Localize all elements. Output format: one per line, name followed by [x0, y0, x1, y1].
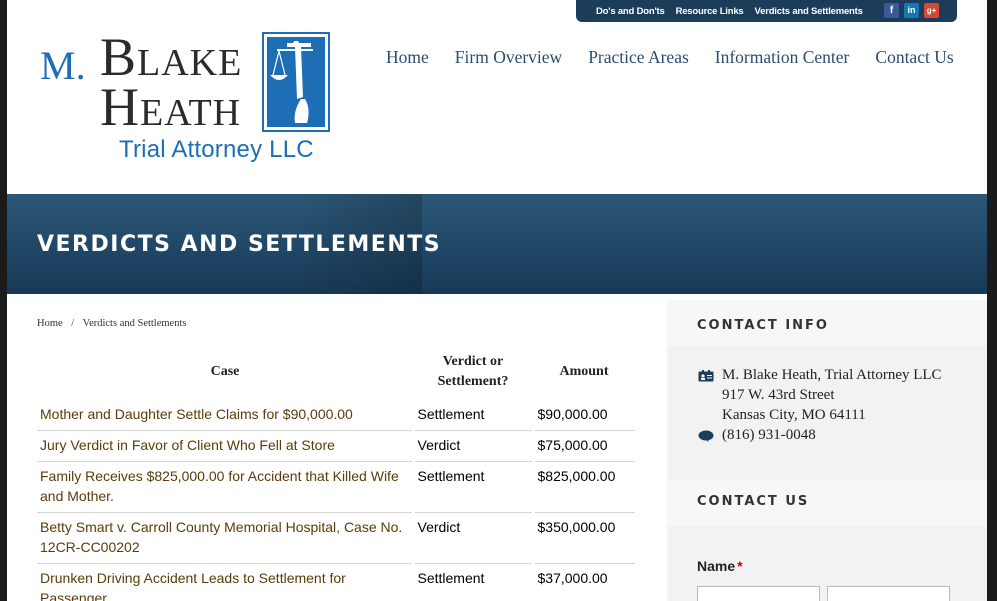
- name-label-text: Name: [697, 558, 736, 574]
- firm-name: M. Blake Heath, Trial Attorney LLC: [722, 367, 942, 383]
- table-row: Family Receives $825,000.00 for Accident…: [37, 461, 635, 513]
- nav-practice-areas[interactable]: Practice Areas: [588, 47, 689, 68]
- table-row: Jury Verdict in Favor of Client Who Fell…: [37, 430, 635, 462]
- phone-number[interactable]: (816) 931-0048: [722, 427, 816, 444]
- case-link[interactable]: Drunken Driving Accident Leads to Settle…: [37, 563, 413, 601]
- google-plus-icon[interactable]: g+: [924, 3, 939, 18]
- first-name-input[interactable]: [697, 586, 820, 601]
- site-logo[interactable]: M. Blake Heath Trial Attorney LLC: [40, 27, 340, 172]
- linkedin-icon[interactable]: in: [904, 3, 919, 18]
- case-link[interactable]: Mother and Daughter Settle Claims for $9…: [37, 400, 413, 431]
- case-type: Settlement: [411, 461, 533, 513]
- address-city: Kansas City, MO 64111: [722, 407, 866, 423]
- verdicts-table: Case Verdict or Settlement? Amount Mothe…: [37, 350, 635, 601]
- page-title: VERDICTS AND SETTLEMENTS: [37, 232, 442, 257]
- page: Do's and Don'ts Resource Links Verdicts …: [7, 0, 987, 601]
- case-link[interactable]: Jury Verdict in Favor of Client Who Fell…: [37, 430, 413, 462]
- facebook-icon[interactable]: f: [884, 3, 899, 18]
- case-amount: $75,000.00: [531, 430, 635, 462]
- last-name-input[interactable]: [827, 586, 950, 601]
- nav-home[interactable]: Home: [386, 47, 429, 68]
- table-header-row: Case Verdict or Settlement? Amount: [37, 350, 635, 400]
- required-mark: *: [737, 558, 743, 574]
- nav-contact-us[interactable]: Contact Us: [875, 47, 953, 68]
- case-type: Verdict: [411, 430, 533, 462]
- breadcrumb-current: Verdicts and Settlements: [82, 318, 187, 329]
- case-link[interactable]: Betty Smart v. Carroll County Memorial H…: [37, 512, 413, 564]
- contact-info-heading: CONTACT INFO: [697, 318, 829, 333]
- utility-link-dos-donts[interactable]: Do's and Don'ts: [596, 6, 665, 17]
- table-row: Mother and Daughter Settle Claims for $9…: [37, 400, 635, 431]
- logo-second-word: Heath: [100, 77, 242, 137]
- address-street: 917 W. 43rd Street: [722, 387, 835, 403]
- address-card-icon: [698, 370, 714, 382]
- scales-of-justice-icon: [262, 32, 330, 132]
- nav-information-center[interactable]: Information Center: [715, 47, 850, 68]
- logo-initial: M.: [40, 43, 86, 88]
- nav-firm-overview[interactable]: Firm Overview: [455, 47, 562, 68]
- utility-link-verdicts[interactable]: Verdicts and Settlements: [755, 6, 863, 17]
- sidebar: CONTACT INFO M. Blake Heath, Trial Attor…: [667, 300, 987, 601]
- breadcrumb-separator: /: [71, 318, 75, 329]
- name-label: Name *: [697, 558, 743, 574]
- case-type: Settlement: [411, 563, 533, 601]
- breadcrumb: Home / Verdicts and Settlements: [37, 318, 186, 329]
- main-nav: Home Firm Overview Practice Areas Inform…: [386, 47, 954, 68]
- utility-bar: Do's and Don'ts Resource Links Verdicts …: [576, 0, 957, 22]
- column-header-case: Case: [210, 364, 240, 379]
- case-link[interactable]: Family Receives $825,000.00 for Accident…: [37, 461, 413, 513]
- table-row: Drunken Driving Accident Leads to Settle…: [37, 563, 635, 601]
- case-type: Verdict: [411, 512, 533, 564]
- utility-link-resource-links[interactable]: Resource Links: [676, 6, 744, 17]
- column-header-type: Verdict or Settlement?: [437, 354, 509, 389]
- case-amount: $825,000.00: [531, 461, 635, 513]
- case-amount: $90,000.00: [531, 400, 635, 431]
- table-row: Betty Smart v. Carroll County Memorial H…: [37, 512, 635, 564]
- case-amount: $350,000.00: [531, 512, 635, 564]
- page-banner: VERDICTS AND SETTLEMENTS: [7, 194, 987, 294]
- logo-subtitle: Trial Attorney LLC: [119, 136, 314, 163]
- column-header-amount: Amount: [559, 364, 609, 379]
- phone-bubble-icon: [698, 430, 714, 442]
- breadcrumb-home[interactable]: Home: [37, 318, 63, 329]
- contact-us-heading: CONTACT US: [697, 494, 810, 509]
- case-amount: $37,000.00: [531, 563, 635, 601]
- case-type: Settlement: [411, 400, 533, 431]
